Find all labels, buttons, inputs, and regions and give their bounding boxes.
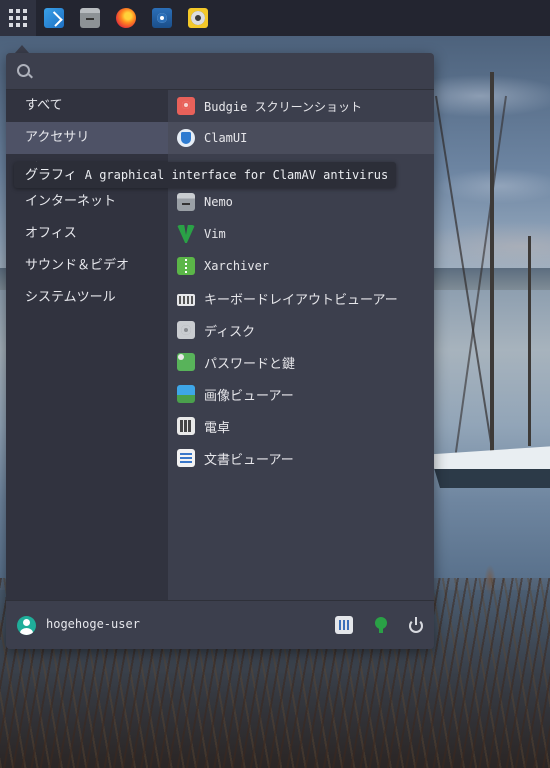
user-avatar-icon [17,616,36,635]
search-bar [6,53,434,90]
taskbar-firefox[interactable] [108,0,144,36]
taskbar-files[interactable] [36,0,72,36]
menu-pointer [15,45,29,53]
app-tooltip: グラフィ A graphical interface for ClamAV ant… [14,162,397,188]
clamui-icon [177,129,195,147]
app-item-document-viewer[interactable]: 文書ビューアー [168,442,434,474]
search-input[interactable] [40,59,424,85]
vim-icon [177,225,195,243]
category-all[interactable]: すべて [6,90,168,122]
app-menu: すべて アクセサリ グラフィ インターネット オフィス サウンド＆ビデオ システ… [6,53,434,649]
app-item-vim[interactable]: Vim [168,218,434,250]
tooltip-text: A graphical interface for ClamAV antivir… [84,168,389,182]
category-sound-video[interactable]: サウンド＆ビデオ [6,250,168,282]
rhythmbox-icon [188,8,208,28]
keyboard-icon [177,293,195,306]
taskbar-rhythmbox[interactable] [180,0,216,36]
app-item-keyboard-layout-viewer[interactable]: キーボードレイアウトビューアー [168,282,434,314]
category-system-tools[interactable]: システムツール [6,282,168,314]
wallpaper-mast [528,236,531,446]
calculator-icon [177,417,195,435]
settings-button-icon[interactable] [335,616,353,634]
camera-icon [177,97,195,115]
taskbar-nemo[interactable] [72,0,108,36]
app-label: Xarchiver [204,259,270,273]
files-icon [44,8,64,28]
category-office[interactable]: オフィス [6,218,168,250]
lock-button-icon[interactable] [372,616,390,634]
disk-icon [177,321,195,339]
app-label: Nemo [204,195,233,209]
tooltip-underlying-category: グラフィ [25,168,77,183]
app-label: 電卓 [204,420,231,436]
category-internet[interactable]: インターネット [6,186,168,218]
app-label: キーボードレイアウトビューアー [204,292,398,308]
nemo-icon [177,193,195,211]
app-label: ディスク [204,324,256,340]
app-menu-button[interactable] [0,0,36,36]
app-grid-icon [9,9,27,27]
firefox-icon [116,8,136,28]
taskbar-disk[interactable] [144,0,180,36]
app-item-calculator[interactable]: 電卓 [168,410,434,442]
app-item-nemo[interactable]: Nemo [168,186,434,218]
app-label: Vim [204,227,226,241]
app-label: 画像ビューアー [204,388,294,404]
app-item-image-viewer[interactable]: 画像ビューアー [168,378,434,410]
document-viewer-icon [177,449,195,467]
wallpaper-mast [490,72,494,452]
app-item-clamui[interactable]: ClamUI [168,122,434,154]
search-icon [17,64,30,77]
power-button-icon[interactable] [407,616,425,634]
app-label: Budgie スクリーンショット [204,99,362,114]
app-label: ClamUI [204,131,248,145]
app-item-disks[interactable]: ディスク [168,314,434,346]
app-item-passwords-keys[interactable]: パスワードと鍵 [168,346,434,378]
app-item-xarchiver[interactable]: Xarchiver [168,250,434,282]
app-item-budgie-screenshot[interactable]: Budgie スクリーンショット [168,90,434,122]
menu-footer: hogehoge-user [6,600,434,649]
username: hogehoge-user [46,617,140,631]
app-label: パスワードと鍵 [204,356,296,372]
nemo-icon [80,8,100,28]
archive-icon [177,257,195,275]
app-label: 文書ビューアー [204,452,294,468]
image-viewer-icon [177,385,195,403]
top-panel [0,0,550,36]
disk-icon [152,8,172,28]
category-accessories[interactable]: アクセサリ [6,122,168,154]
passwords-icon [177,353,195,371]
